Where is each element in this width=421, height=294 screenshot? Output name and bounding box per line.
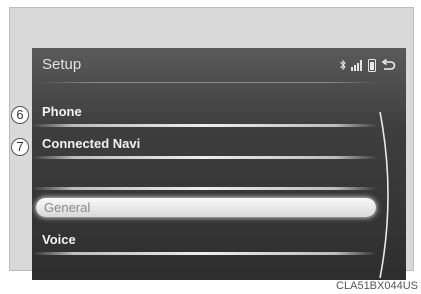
status-bar xyxy=(340,57,396,73)
menu-item-connected-navi[interactable]: Connected Navi xyxy=(42,136,140,151)
figure-caption: CLA51BX044US xyxy=(336,280,418,292)
callout-6: 6 xyxy=(11,106,29,124)
menu-divider xyxy=(32,252,377,255)
menu-divider xyxy=(32,156,377,159)
back-arrow-icon[interactable] xyxy=(381,58,396,72)
signal-strength-icon xyxy=(351,59,362,71)
callout-7: 7 xyxy=(11,138,29,156)
setup-screen: Setup Phone Connected Navi General Voice xyxy=(32,48,406,280)
menu-item-general[interactable]: General xyxy=(36,198,376,217)
header-divider xyxy=(40,82,380,83)
menu-item-phone[interactable]: Phone xyxy=(42,104,82,119)
bluetooth-icon xyxy=(340,59,346,71)
page-title: Setup xyxy=(42,56,82,73)
menu-divider xyxy=(32,187,377,190)
phone-battery-icon xyxy=(368,58,376,72)
menu-item-voice[interactable]: Voice xyxy=(42,232,76,247)
menu-divider xyxy=(32,124,377,127)
menu-item-general-label: General xyxy=(44,200,91,215)
scroll-indicator[interactable] xyxy=(376,110,396,280)
